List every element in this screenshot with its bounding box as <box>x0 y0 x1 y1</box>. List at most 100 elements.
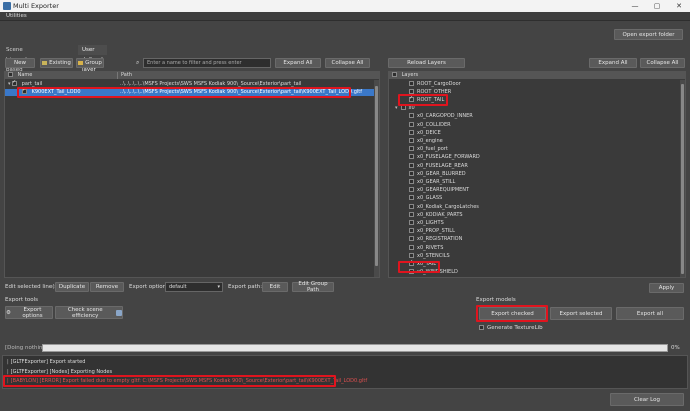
layer-row[interactable]: x0_GLASS <box>389 195 679 202</box>
layer-row[interactable]: x0_FUSELAGE_FORWARD <box>389 154 679 161</box>
left-scrollbar[interactable] <box>374 80 379 277</box>
layer-row[interactable]: x0_Kodiak_CargoLatches <box>389 203 679 211</box>
layer-row[interactable]: x0_GEAR_BLURRED <box>389 170 679 178</box>
layer-checkbox[interactable] <box>409 88 414 94</box>
generate-texturelib-toggle[interactable]: Generate TextureLib <box>479 325 543 331</box>
layer-checkbox[interactable] <box>409 129 414 135</box>
layer-checkbox[interactable] <box>409 187 414 193</box>
existing-icon <box>42 61 48 65</box>
layer-row[interactable]: x0_FUSELAGE_REAR <box>389 162 679 170</box>
layer-row[interactable]: x0_GEAR_STILL <box>389 178 679 186</box>
group-button[interactable]: Group <box>76 58 104 68</box>
right-expand-all-button[interactable]: Expand All <box>589 58 637 68</box>
layer-row[interactable]: x0_KODIAK_PARTS <box>389 211 679 219</box>
export-options-select[interactable]: default ▾ <box>165 282 223 292</box>
clear-log-button[interactable]: Clear Log <box>610 393 684 406</box>
layer-checkbox[interactable] <box>409 211 414 217</box>
minimize-button[interactable]: — <box>624 0 646 12</box>
layer-checkbox[interactable] <box>409 244 414 250</box>
layer-row[interactable]: x0_RIVETS <box>389 244 679 252</box>
layer-checkbox[interactable] <box>409 146 414 152</box>
layer-row[interactable]: x0_TAIL <box>389 259 679 268</box>
layer-row[interactable]: x0_GEAREQUIPMENT <box>389 187 679 194</box>
layer-row[interactable]: x0_fuel_port <box>389 146 679 153</box>
layer-checkbox[interactable] <box>409 170 414 176</box>
new-button[interactable]: New <box>5 58 35 68</box>
export-selected-button[interactable]: Export selected <box>550 307 612 320</box>
layer-row[interactable]: x0_STENCILS <box>389 252 679 260</box>
open-export-folder-button[interactable]: Open export folder <box>614 29 683 40</box>
right-scrollbar-thumb[interactable] <box>681 84 684 274</box>
export-all-button[interactable]: Export all <box>616 307 684 320</box>
layers-header-checkbox[interactable] <box>392 72 397 77</box>
layer-checkbox[interactable] <box>409 154 414 160</box>
export-tools-title: Export tools <box>5 297 39 303</box>
reload-layers-button[interactable]: Reload Layers <box>388 58 465 68</box>
folder-icon <box>78 61 84 65</box>
remove-button[interactable]: Remove <box>90 282 124 292</box>
export-row-selected[interactable]: K900EXT_Tail_LOD0 ..\..\..\..\..\MSFS Pr… <box>5 87 379 96</box>
layer-checkbox[interactable] <box>409 80 414 86</box>
header-checkbox[interactable] <box>8 72 13 77</box>
layer-row[interactable]: ROOT_TAIL <box>389 95 679 104</box>
duplicate-button[interactable]: Duplicate <box>55 282 89 292</box>
layer-row[interactable]: x0_WINDSHIELD <box>389 269 679 276</box>
layer-row[interactable]: x0_engine <box>389 137 679 145</box>
layer-checkbox[interactable] <box>409 203 414 209</box>
layer-checkbox[interactable] <box>409 178 414 184</box>
right-collapse-all-button[interactable]: Collapse All <box>640 58 685 68</box>
expand-arrow-icon[interactable]: ▾ <box>395 105 398 111</box>
layer-checkbox[interactable] <box>409 195 414 201</box>
menu-utilities[interactable]: Utilities <box>6 13 27 19</box>
layer-name: ROOT_TAIL <box>417 96 445 103</box>
layer-checkbox[interactable] <box>409 137 414 143</box>
export-checked-button[interactable]: Export checked <box>479 307 546 320</box>
expand-arrow-icon[interactable]: ▾ <box>8 81 11 87</box>
close-button[interactable]: ✕ <box>668 0 690 12</box>
row-checkbox[interactable] <box>12 79 18 86</box>
layer-row[interactable]: x0_CARGOPOD_INNER <box>389 113 679 120</box>
remove-label: Remove <box>95 284 119 290</box>
layer-row[interactable]: x0_REGISTRATION <box>389 236 679 243</box>
layers-panel: Layers ROOT_CargoDoorROOT_OTHERROOT_TAIL… <box>388 71 686 278</box>
layer-checkbox[interactable] <box>409 236 414 242</box>
edit-path-button[interactable]: Edit <box>262 282 288 292</box>
layer-checkbox[interactable] <box>409 121 414 127</box>
layer-row[interactable]: ROOT_OTHER <box>389 88 679 96</box>
export-options-button[interactable]: ⚙ Export options <box>5 306 53 319</box>
layer-checkbox[interactable] <box>409 252 414 258</box>
left-collapse-all-button[interactable]: Collapse All <box>325 58 370 68</box>
edit-group-path-button[interactable]: Edit Group Path <box>292 281 334 293</box>
layer-checkbox[interactable] <box>409 113 414 119</box>
left-scrollbar-thumb[interactable] <box>375 86 378 266</box>
right-scrollbar[interactable] <box>680 80 685 277</box>
generate-texturelib-checkbox[interactable] <box>479 325 484 330</box>
left-expand-all-button[interactable]: Expand All <box>275 58 321 68</box>
apply-button[interactable]: Apply <box>649 283 684 293</box>
left-expand-all-label: Expand All <box>283 60 313 66</box>
layer-row[interactable]: x0_PROP_STILL <box>389 228 679 235</box>
layer-row[interactable]: x0_DEICE <box>389 129 679 137</box>
layer-row[interactable]: x0_LIGHTS <box>389 219 679 227</box>
layer-checkbox[interactable] <box>409 269 414 275</box>
layer-checkbox[interactable] <box>409 228 414 234</box>
layer-name: x0_COLLIDER <box>417 121 451 128</box>
maximize-button[interactable]: ▢ <box>646 0 668 12</box>
right-collapse-all-label: Collapse All <box>646 60 679 66</box>
layer-checkbox[interactable] <box>409 95 414 102</box>
layer-checkbox[interactable] <box>400 105 406 111</box>
check-scene-efficiency-button[interactable]: Check scene efficiency <box>55 306 123 319</box>
layer-checkbox[interactable] <box>409 219 414 225</box>
tab-scene-hierarchy[interactable]: Scene hierarchy based export <box>2 45 36 83</box>
layer-checkbox[interactable] <box>409 162 414 168</box>
layer-row[interactable]: ▾ x0 <box>389 105 679 112</box>
layer-row[interactable]: ROOT_CargoDoor <box>389 80 679 88</box>
layer-filter-input[interactable]: Enter a name to filter and press enter <box>143 58 271 68</box>
tab-user-defined-layer[interactable]: User defined layer based export <box>78 45 107 93</box>
export-row[interactable]: ▾ part_tail ..\..\..\..\..\MSFS Projects… <box>5 79 379 88</box>
row-checkbox[interactable] <box>22 87 27 94</box>
existing-button[interactable]: Existing <box>40 58 73 68</box>
layer-row[interactable]: x0_COLLIDER <box>389 121 679 129</box>
layer-checkbox[interactable] <box>409 259 414 266</box>
log-line: | [GLTFExporter] Export started <box>7 359 86 365</box>
